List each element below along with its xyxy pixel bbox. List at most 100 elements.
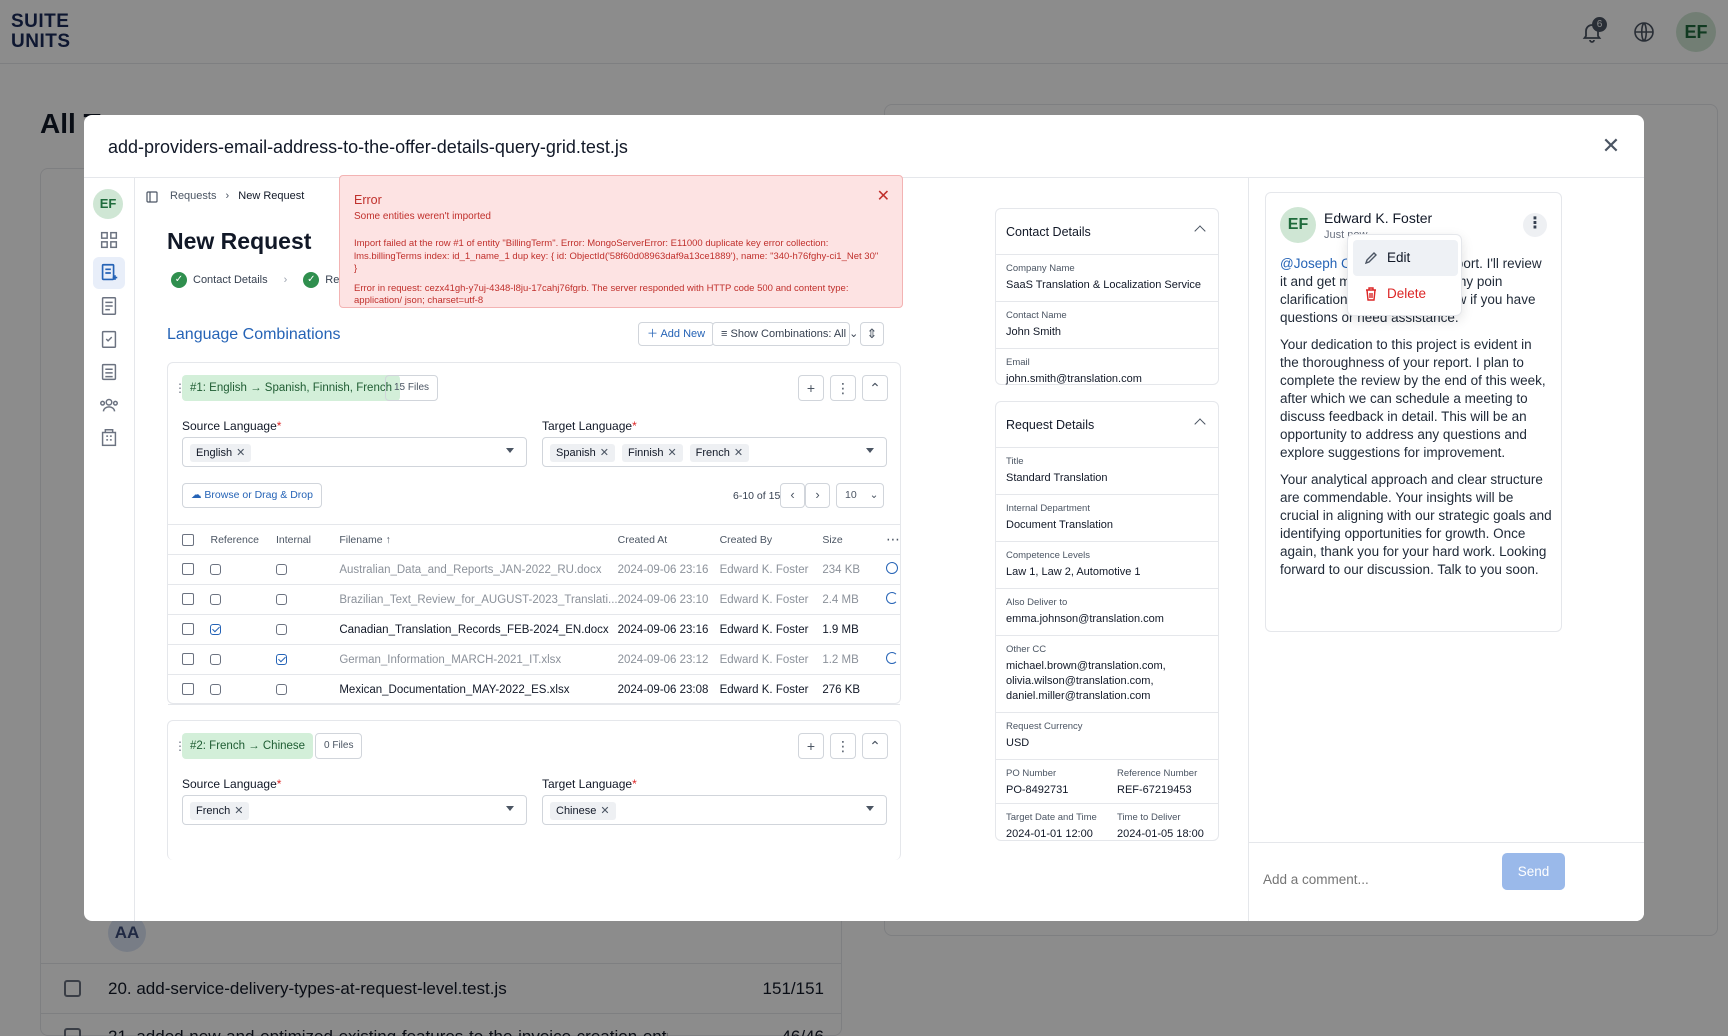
- table-row[interactable]: Australian_Data_and_Reports_JAN-2022_RU.…: [168, 554, 900, 585]
- source-language-select[interactable]: French ✕: [182, 795, 527, 825]
- plus-icon[interactable]: +: [798, 375, 824, 401]
- more-vertical-icon[interactable]: ⋮: [830, 375, 856, 401]
- requests-icon[interactable]: [93, 257, 125, 289]
- reference-checkbox[interactable]: [210, 554, 276, 585]
- list-icon[interactable]: [98, 361, 120, 383]
- detail-field-pair: Target Date and Time 2024-01-01 12:00 Time…: [996, 804, 1218, 840]
- contact-details-title: Contact Details: [1006, 225, 1091, 239]
- detail-label: Time to Deliver: [1117, 812, 1181, 823]
- users-icon[interactable]: [98, 394, 120, 416]
- modal-header: add-providers-email-address-to-the-offer…: [84, 115, 1644, 178]
- request-details-title: Request Details: [1006, 418, 1095, 432]
- internal-checkbox[interactable]: [275, 674, 340, 705]
- more-vertical-icon[interactable]: ⋮: [1523, 213, 1547, 237]
- comment-author: Edward K. Foster: [1324, 210, 1433, 226]
- row-checkbox[interactable]: [168, 554, 211, 585]
- internal-checkbox[interactable]: [275, 554, 340, 585]
- page-title: New Request: [167, 228, 312, 254]
- more-horizontal-icon[interactable]: ⋯: [886, 524, 900, 555]
- next-page-icon[interactable]: ›: [805, 483, 830, 508]
- send-button[interactable]: Send: [1502, 853, 1565, 890]
- col-filename[interactable]: Filename ↑: [339, 524, 618, 555]
- browse-upload-button[interactable]: ☁ Browse or Drag & Drop: [182, 483, 322, 508]
- request-details-header[interactable]: Request Details: [996, 402, 1218, 448]
- modal-close-icon[interactable]: ✕: [1598, 133, 1624, 159]
- remove-chip-icon[interactable]: ✕: [236, 447, 245, 459]
- reference-checkbox[interactable]: [210, 674, 276, 705]
- row-checkbox[interactable]: [168, 674, 211, 705]
- combination-tag: #1: English → Spanish, Finnish, French: [182, 375, 400, 401]
- chevron-up-icon[interactable]: [1194, 418, 1206, 430]
- rail-avatar[interactable]: EF: [93, 189, 123, 219]
- internal-checkbox[interactable]: [275, 644, 340, 675]
- caret-down-icon: [866, 448, 874, 453]
- more-vertical-icon[interactable]: ⋮: [830, 733, 856, 759]
- chevron-up-icon[interactable]: ⌃: [862, 733, 888, 759]
- table-row[interactable]: Brazilian_Text_Review_for_AUGUST-2023_Tr…: [168, 584, 900, 615]
- target-language-select[interactable]: Chinese ✕: [542, 795, 887, 825]
- filename-cell[interactable]: Brazilian_Text_Review_for_AUGUST-2023_Tr…: [339, 584, 618, 615]
- chevron-up-icon[interactable]: [1194, 225, 1206, 237]
- status-cell: [886, 674, 900, 705]
- document-icon[interactable]: [98, 295, 120, 317]
- detail-label: PO Number: [1006, 768, 1057, 779]
- upload-spinner-icon: [886, 562, 898, 574]
- page-size-select[interactable]: 10 ⌄: [836, 483, 884, 508]
- comment-avatar: EF: [1280, 207, 1316, 243]
- internal-checkbox[interactable]: [275, 614, 340, 645]
- table-row[interactable]: Canadian_Translation_Records_FEB-2024_EN…: [168, 614, 900, 645]
- col-reference[interactable]: Reference: [210, 524, 276, 555]
- add-new-button[interactable]: ＋ Add New: [638, 322, 715, 346]
- row-checkbox[interactable]: [168, 644, 211, 675]
- close-icon[interactable]: ✕: [877, 186, 890, 206]
- created-at-cell: 2024-09-06 23:16: [617, 554, 720, 585]
- row-checkbox[interactable]: [168, 584, 211, 615]
- breadcrumb-requests[interactable]: Requests: [170, 190, 216, 202]
- tasks-icon[interactable]: [98, 328, 120, 350]
- filename-cell[interactable]: Canadian_Translation_Records_FEB-2024_EN…: [339, 614, 618, 645]
- reference-checkbox[interactable]: [210, 644, 276, 675]
- remove-chip-icon[interactable]: ✕: [734, 447, 743, 459]
- remove-chip-icon[interactable]: ✕: [600, 447, 609, 459]
- row-checkbox[interactable]: [168, 614, 211, 645]
- reference-checkbox[interactable]: [210, 584, 276, 615]
- select-all-checkbox[interactable]: [168, 524, 211, 555]
- target-language-select[interactable]: Spanish ✕ Finnish ✕ French ✕: [542, 437, 887, 467]
- remove-chip-icon[interactable]: ✕: [600, 805, 609, 817]
- files-count-badge: 0 Files: [315, 733, 363, 759]
- table-row[interactable]: Mexican_Documentation_MAY-2022_ES.xlsx 20…: [168, 674, 900, 705]
- remove-chip-icon[interactable]: ✕: [234, 805, 243, 817]
- dashboard-icon[interactable]: [98, 229, 120, 251]
- filename-cell[interactable]: Mexican_Documentation_MAY-2022_ES.xlsx: [339, 674, 618, 705]
- edit-label: Edit: [1387, 250, 1411, 265]
- plus-icon[interactable]: +: [798, 733, 824, 759]
- prev-page-icon[interactable]: ‹: [780, 483, 805, 508]
- comment-paragraph: Your analytical approach and clear struc…: [1280, 472, 1552, 577]
- error-line: Error in request: cezx41gh-y7uj-4348-l8j…: [354, 282, 849, 307]
- contact-details-header[interactable]: Contact Details: [996, 209, 1218, 255]
- internal-checkbox[interactable]: [275, 584, 340, 615]
- building-icon[interactable]: [98, 427, 120, 449]
- chevron-up-icon[interactable]: ⌃: [862, 375, 888, 401]
- collapse-all-icon[interactable]: ⇕: [860, 322, 884, 346]
- filename-cell[interactable]: Australian_Data_and_Reports_JAN-2022_RU.…: [339, 554, 618, 585]
- show-combinations-select[interactable]: ≡ Show Combinations: All ⌄: [712, 322, 858, 346]
- language-combination-card: ⋮⋮ #1: English → Spanish, Finnish, Frenc…: [167, 362, 901, 705]
- edit-menu-item[interactable]: Edit: [1353, 240, 1458, 276]
- reference-checkbox[interactable]: [210, 614, 276, 645]
- col-size[interactable]: Size: [822, 524, 886, 555]
- table-row[interactable]: German_Information_MARCH-2021_IT.xlsx 202…: [168, 644, 900, 675]
- filename-cell[interactable]: German_Information_MARCH-2021_IT.xlsx: [339, 644, 618, 675]
- error-subtitle: Some entities weren't imported: [354, 211, 491, 222]
- step-contact-details[interactable]: Contact Details: [193, 274, 268, 286]
- sidebar-toggle-icon[interactable]: [146, 191, 158, 203]
- col-created-at[interactable]: Created At: [617, 524, 720, 555]
- browse-label: Browse or Drag & Drop: [204, 489, 313, 501]
- comment-input[interactable]: [1263, 861, 1493, 897]
- delete-menu-item[interactable]: Delete: [1353, 276, 1458, 312]
- remove-chip-icon[interactable]: ✕: [667, 447, 676, 459]
- col-internal[interactable]: Internal: [275, 524, 340, 555]
- col-created-by[interactable]: Created By: [719, 524, 823, 555]
- detail-value: John Smith: [1006, 326, 1062, 338]
- source-language-select[interactable]: English ✕: [182, 437, 527, 467]
